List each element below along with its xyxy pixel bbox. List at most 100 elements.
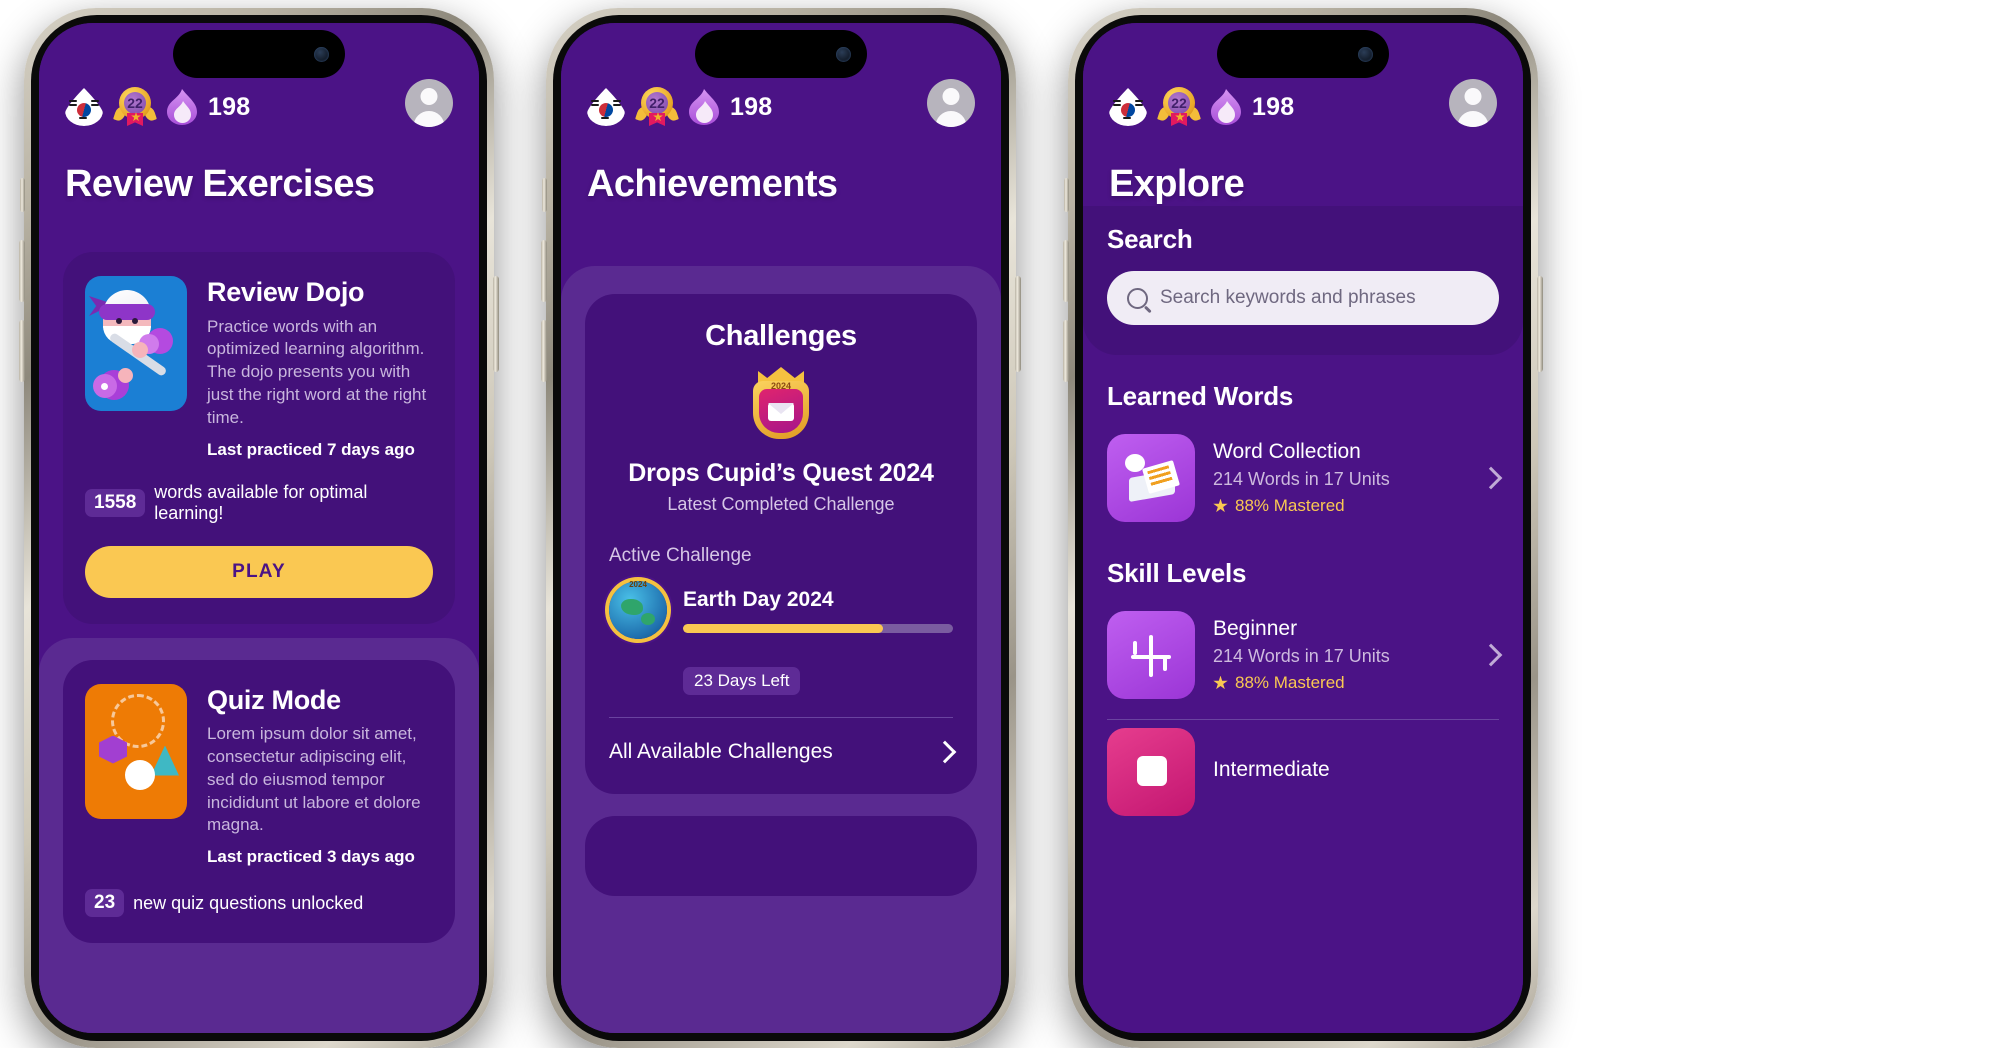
active-challenge-label: Active Challenge (609, 545, 752, 566)
beginner-level-icon (1107, 611, 1195, 699)
quiz-mode-shapes-illustration (85, 683, 187, 819)
list-item-mastery: 88% Mastered (1213, 673, 1465, 693)
list-item-subtitle: 214 Words in 17 Units (1213, 646, 1390, 666)
status-header-left: 22 198 (65, 87, 250, 127)
status-header-left: 22 198 (587, 87, 772, 127)
three-phone-mockup-stage: 22 198 Review Exercises Review Dojo Prac… (0, 0, 2000, 1048)
skill-levels-heading: Skill Levels (1107, 558, 1247, 588)
intermediate-level-icon (1107, 728, 1195, 816)
app-explore: 22 198 Explore Search Search keywords an… (1083, 23, 1523, 1033)
star-icon (1213, 498, 1228, 513)
level-badge-icon[interactable]: 22 (113, 87, 157, 127)
search-input[interactable]: Search keywords and phrases (1107, 271, 1499, 325)
search-heading: Search (1107, 224, 1193, 254)
all-challenges-label: All Available Challenges (609, 740, 833, 763)
mastery-label: 88% Mastered (1235, 673, 1345, 692)
list-item-info: Word Collection 214 Words in 17 Units 88… (1213, 440, 1465, 516)
list-item[interactable]: Intermediate (1107, 720, 1499, 826)
play-button[interactable]: PLAY (85, 545, 433, 598)
volume-up-button[interactable] (541, 240, 547, 302)
phone-mockup-achievements: 22 198 Achievements Challenges 2024 Drop… (541, 8, 1021, 1048)
review-dojo-last-practiced: Last practiced 7 days ago (207, 439, 415, 459)
silent-switch[interactable] (1064, 178, 1069, 212)
phone-mockup-explore: 22 198 Explore Search Search keywords an… (1063, 8, 1543, 1048)
streak-count: 198 (208, 92, 251, 121)
active-icon-year: 2024 (629, 580, 647, 589)
all-challenges-row[interactable]: All Available Challenges (609, 718, 957, 786)
list-item-title: Word Collection (1213, 440, 1361, 463)
list-item-subtitle: 214 Words in 17 Units (1213, 469, 1390, 489)
latest-challenge-subtitle: Latest Completed Challenge (667, 494, 895, 514)
review-dojo-header: Review Dojo Practice words with an optim… (85, 276, 433, 460)
scroll-body[interactable]: Search Search keywords and phrases Learn… (1083, 206, 1523, 1033)
review-dojo-word-count-text: words available for optimal learning! (154, 481, 368, 523)
app-achievements: 22 198 Achievements Challenges 2024 Drop… (561, 23, 1001, 1033)
flame-icon[interactable] (689, 89, 719, 125)
profile-avatar-icon[interactable] (1449, 79, 1497, 127)
phone-screen: 22 198 Review Exercises Review Dojo Prac… (39, 23, 479, 1033)
flame-icon[interactable] (1211, 89, 1241, 125)
review-dojo-description: Practice words with an optimized learnin… (207, 316, 427, 427)
quiz-mode-description: Lorem ipsum dolor sit amet, consectetur … (207, 724, 421, 835)
quiz-mode-title: Quiz Mode (207, 684, 341, 715)
volume-down-button[interactable] (541, 320, 547, 382)
silent-switch[interactable] (542, 178, 547, 212)
profile-avatar-icon[interactable] (405, 79, 453, 127)
scroll-body[interactable]: Review Dojo Practice words with an optim… (39, 206, 479, 1033)
review-dojo-title: Review Dojo (207, 277, 365, 307)
korean-flag-drop-icon[interactable] (1109, 88, 1147, 126)
volume-up-button[interactable] (19, 240, 25, 302)
search-icon (1127, 287, 1148, 309)
star-icon (1213, 675, 1228, 690)
challenge-progress-fill (683, 623, 883, 633)
quiz-mode-question-count: 23 (85, 889, 125, 918)
review-dojo-card[interactable]: Review Dojo Practice words with an optim… (63, 252, 455, 624)
active-challenge-info: Earth Day 2024 (683, 588, 953, 633)
list-item-info: Beginner 214 Words in 17 Units 88% Maste… (1213, 617, 1465, 693)
word-collection-book-icon (1107, 434, 1195, 522)
level-badge-icon[interactable]: 22 (1157, 87, 1201, 127)
list-item-info: Intermediate (1213, 758, 1499, 787)
explore-lists: Learned Words Word Collection 214 Words … (1083, 381, 1523, 826)
quiz-mode-header: Quiz Mode Lorem ipsum dolor sit amet, co… (85, 683, 433, 868)
chevron-right-icon (933, 740, 957, 764)
app-review-exercises: 22 198 Review Exercises Review Dojo Prac… (39, 23, 479, 1033)
mastery-label: 88% Mastered (1235, 496, 1345, 515)
dynamic-island (173, 30, 345, 78)
secondary-card-partial[interactable] (585, 816, 977, 896)
scroll-body[interactable]: Challenges 2024 Drops Cupid’s Quest 2024… (561, 206, 1001, 1033)
front-camera-icon (836, 46, 851, 62)
volume-down-button[interactable] (19, 320, 25, 382)
phone-mockup-review-exercises: 22 198 Review Exercises Review Dojo Prac… (19, 8, 499, 1048)
challenges-card[interactable]: Challenges 2024 Drops Cupid’s Quest 2024… (585, 294, 977, 794)
learned-words-heading: Learned Words (1107, 381, 1294, 411)
korean-flag-drop-icon[interactable] (65, 88, 103, 126)
flame-icon[interactable] (167, 89, 197, 125)
challenge-progress-track (683, 623, 953, 633)
power-button[interactable] (1537, 276, 1543, 372)
level-badge-icon[interactable]: 22 (635, 87, 679, 127)
quiz-mode-card[interactable]: Quiz Mode Lorem ipsum dolor sit amet, co… (63, 659, 455, 944)
volume-down-button[interactable] (1063, 320, 1069, 382)
power-button[interactable] (493, 276, 499, 372)
volume-up-button[interactable] (1063, 240, 1069, 302)
phone-screen: 22 198 Achievements Challenges 2024 Drop… (561, 23, 1001, 1033)
list-item-mastery: 88% Mastered (1213, 496, 1465, 516)
quiz-sheet: Quiz Mode Lorem ipsum dolor sit amet, co… (39, 637, 479, 1033)
profile-avatar-icon[interactable] (927, 79, 975, 127)
active-challenge-row[interactable]: 2024 Earth Day 2024 (609, 580, 953, 639)
silent-switch[interactable] (20, 178, 25, 212)
list-item[interactable]: Word Collection 214 Words in 17 Units 88… (1107, 426, 1503, 532)
dynamic-island (695, 30, 867, 78)
level-badge-number: 22 (124, 92, 146, 114)
streak-count: 198 (1252, 92, 1295, 121)
list-item-title: Intermediate (1213, 757, 1330, 781)
power-button[interactable] (1015, 276, 1021, 372)
earth-day-medal-icon: 2024 (609, 580, 667, 639)
level-badge-number: 22 (646, 92, 668, 114)
korean-flag-drop-icon[interactable] (587, 88, 625, 126)
quiz-mode-availability: 23 new quiz questions unlocked (85, 889, 433, 918)
streak-count: 198 (730, 92, 773, 121)
list-item[interactable]: Beginner 214 Words in 17 Units 88% Maste… (1107, 603, 1503, 709)
front-camera-icon (1358, 46, 1373, 62)
